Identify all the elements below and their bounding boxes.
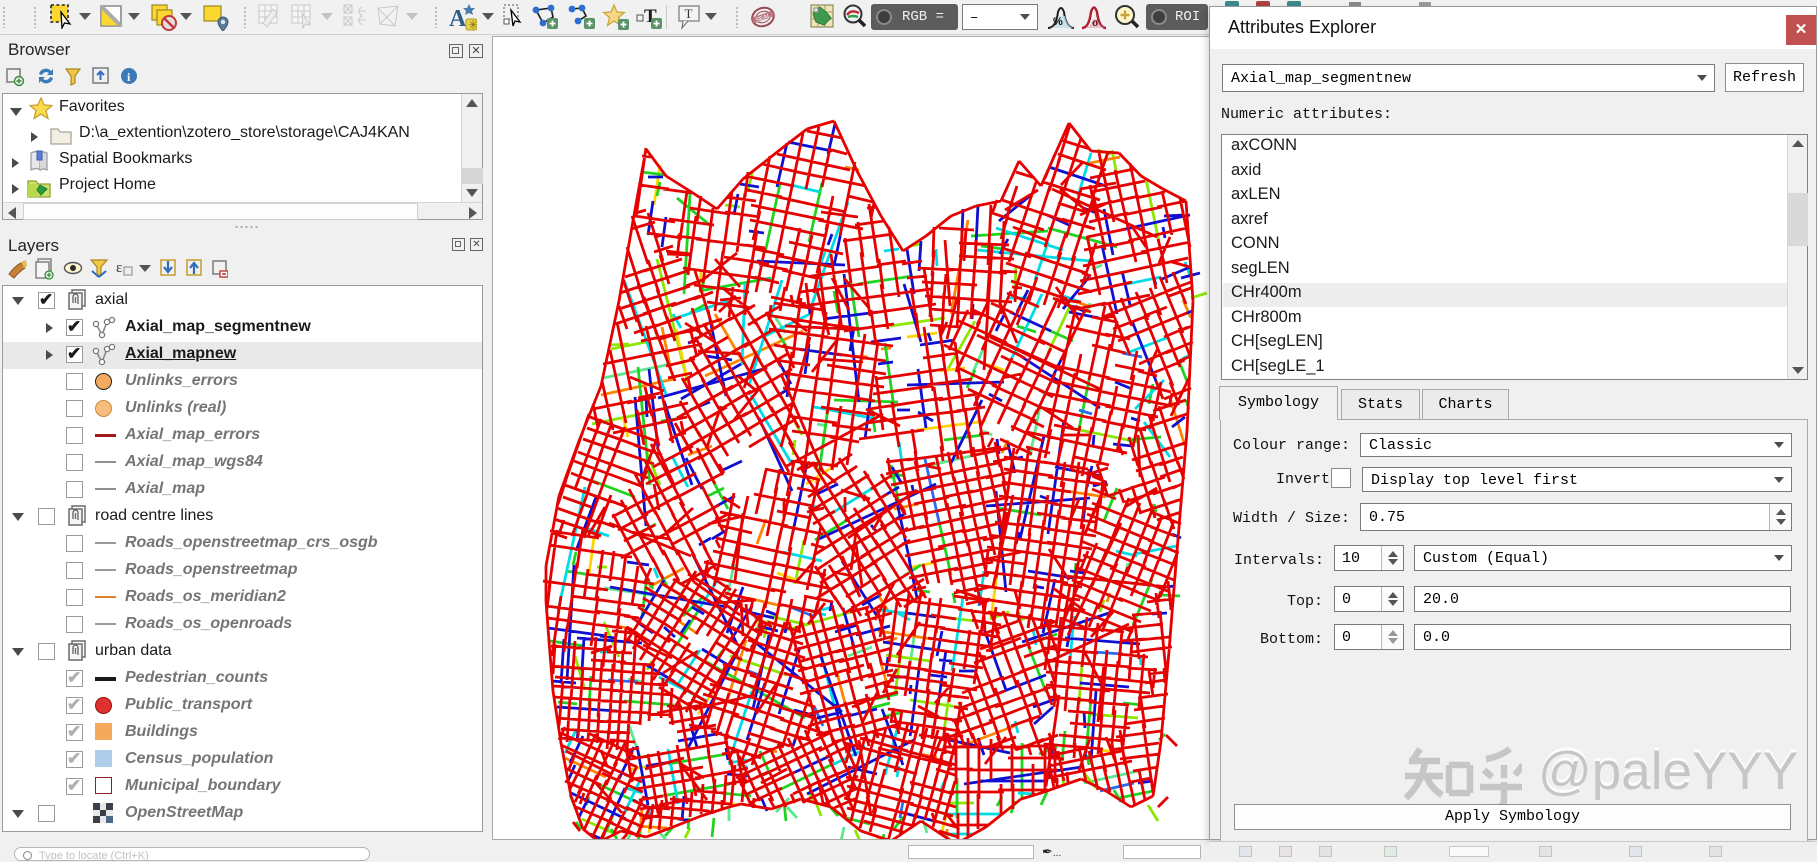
svg-text:✳: ✳ [468, 18, 477, 32]
svg-text:%: % [1053, 16, 1063, 28]
svg-text:A: A [449, 6, 467, 32]
svg-text:σ: σ [1092, 15, 1099, 29]
svg-text:ε: ε [116, 260, 122, 276]
svg-text:T: T [685, 6, 693, 21]
